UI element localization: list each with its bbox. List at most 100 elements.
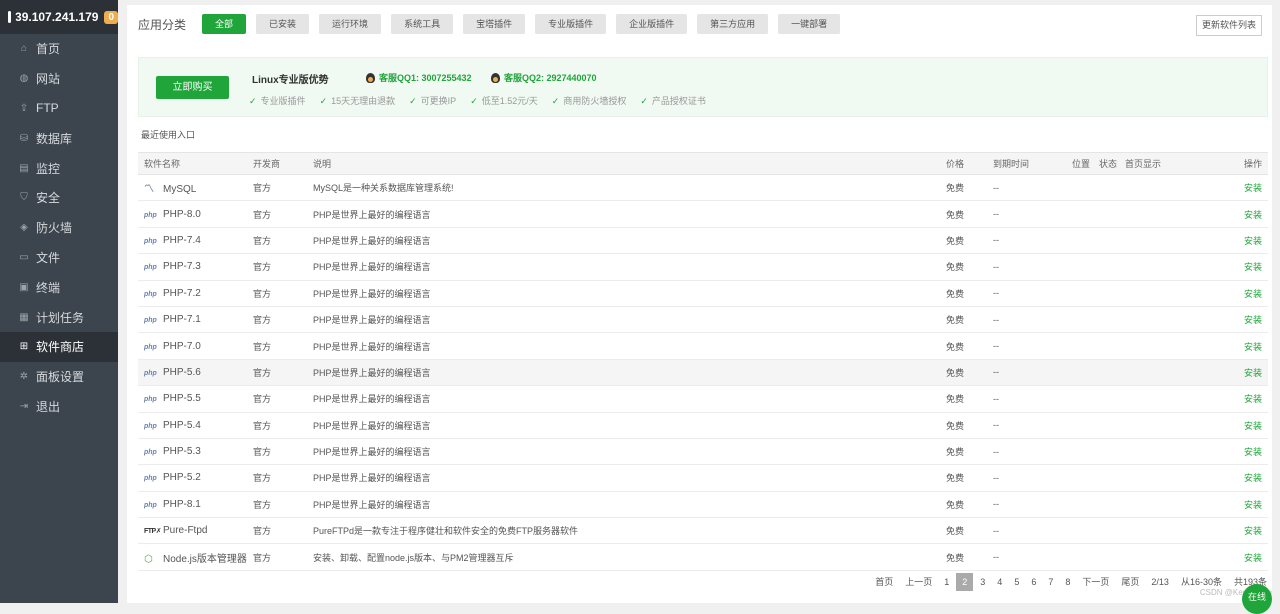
install-button[interactable]: 安装 [1189, 332, 1268, 360]
install-button[interactable]: 安装 [1189, 517, 1268, 545]
sidebar-item-9[interactable]: ▦ 计划任务 [0, 302, 118, 332]
qq2-text: 客服QQ2: 2927440070 [504, 73, 597, 83]
sidebar-item-3[interactable]: ⛁ 数据库 [0, 123, 118, 153]
vendor-cell: 官方 [247, 227, 307, 255]
expire-cell: -- [987, 543, 1066, 571]
vendor-cell: 官方 [247, 543, 307, 571]
sidebar: 39.107.241.179 0 ⌂ 首页 ◍ 网站 ⇪ FTP ⛁ 数据库 ▤ 监控 ⛉ 安全 ◈ 防火… [0, 0, 118, 603]
expire-cell: -- [987, 280, 1066, 307]
location-cell [1066, 385, 1093, 413]
pager-item[interactable]: 尾页 [1116, 573, 1144, 591]
install-button[interactable]: 安装 [1189, 464, 1268, 492]
install-button[interactable]: 安装 [1189, 253, 1268, 281]
sidebar-item-0[interactable]: ⌂ 首页 [0, 34, 118, 64]
php-icon: php [144, 343, 157, 351]
install-button[interactable]: 安装 [1189, 280, 1268, 307]
category-tab-2[interactable]: 运行环境 [319, 14, 382, 34]
sidebar-item-1[interactable]: ◍ 网站 [0, 64, 118, 94]
expire-cell: -- [987, 438, 1066, 466]
location-cell [1066, 359, 1093, 387]
promo-feature: ✓ 可更换IP [409, 94, 456, 107]
php-icon: php [144, 449, 157, 457]
pager-item[interactable]: 2/13 [1146, 573, 1174, 591]
sidebar-item-10[interactable]: ⊞ 软件商店 [0, 331, 118, 362]
php-icon: php [144, 501, 157, 509]
feature-text: 可更换IP [420, 96, 457, 106]
category-tab-3[interactable]: 系统工具 [391, 14, 454, 34]
software-name-cell: ⬡ Node.js版本管理器 [138, 543, 247, 571]
description-cell: PHP是世界上最好的编程语言 [307, 491, 940, 519]
php-icon: php [144, 211, 157, 219]
software-name-cell: 〽 MySQL [138, 174, 247, 202]
description-cell: PHP是世界上最好的编程语言 [307, 412, 940, 439]
firewall-icon: ◈ [20, 222, 28, 234]
category-tab-6[interactable]: 企业版插件 [616, 14, 688, 34]
category-tab-7[interactable]: 第三方应用 [697, 14, 769, 34]
location-cell [1066, 200, 1093, 228]
qq2-link[interactable]: 客服QQ2: 2927440070 [491, 71, 597, 84]
update-list-button[interactable]: 更新软件列表 [1195, 15, 1262, 36]
table-row: ⬡ Node.js版本管理器 官方 安装、卸载、配置node.js版本、与PM2管理器… [138, 543, 1268, 571]
qq1-link[interactable]: 客服QQ1: 3007255432 [366, 71, 472, 84]
homepage-display-cell [1119, 517, 1189, 545]
install-button[interactable]: 安装 [1189, 438, 1268, 466]
install-button[interactable]: 安装 [1189, 412, 1268, 439]
vendor-cell: 官方 [247, 359, 307, 387]
category-tab-0[interactable]: 全部 [202, 14, 247, 34]
pager-item[interactable]: 5 [1009, 573, 1024, 591]
install-button[interactable]: 安装 [1189, 200, 1268, 228]
install-button[interactable]: 安装 [1189, 543, 1268, 571]
pager-item[interactable]: 4 [992, 573, 1007, 591]
pager-item[interactable]: 2 [956, 573, 974, 591]
install-button[interactable]: 安装 [1189, 174, 1268, 202]
vendor-cell: 官方 [247, 332, 307, 360]
qq1-text: 客服QQ1: 3007255432 [379, 73, 472, 83]
folder-icon: ▭ [19, 251, 29, 263]
software-name-cell: php PHP-8.0 [138, 200, 247, 228]
home-icon: ⌂ [20, 43, 28, 55]
sidebar-item-11[interactable]: ✲ 面板设置 [0, 362, 118, 392]
table-header: 软件名称 开发商 说明 价格 到期时间 位置 状态 首页显示 操作 [138, 152, 1268, 175]
pager-item[interactable]: 7 [1043, 573, 1058, 591]
notification-badge[interactable]: 0 [104, 10, 118, 24]
pager-item[interactable]: 首页 [870, 573, 898, 591]
description-cell: 安装、卸载、配置node.js版本、与PM2管理器互斥 [307, 543, 940, 571]
install-button[interactable]: 安装 [1189, 227, 1268, 255]
php-icon: php [144, 317, 157, 325]
homepage-display-cell [1119, 385, 1189, 413]
software-name-cell: php PHP-5.3 [138, 438, 247, 466]
sidebar-item-4[interactable]: ▤ 监控 [0, 153, 118, 183]
ftp-icon: ⇪ [19, 102, 29, 114]
category-tab-1[interactable]: 已安装 [256, 14, 310, 34]
pager-item[interactable]: 8 [1060, 573, 1075, 591]
pager-item[interactable]: 3 [975, 573, 990, 591]
sidebar-item-7[interactable]: ▭ 文件 [0, 243, 118, 273]
pager-item[interactable]: 1 [939, 573, 954, 591]
software-name: Node.js版本管理器 [163, 553, 247, 565]
php-icon: php [144, 369, 157, 377]
pager-item[interactable]: 下一页 [1077, 573, 1114, 591]
pager-item[interactable]: 上一页 [900, 573, 937, 591]
install-button[interactable]: 安装 [1189, 306, 1268, 334]
install-button[interactable]: 安装 [1189, 359, 1268, 387]
sidebar-item-6[interactable]: ◈ 防火墙 [0, 213, 118, 243]
buy-now-button[interactable]: 立即购买 [156, 76, 229, 99]
server-ip: 39.107.241.179 [15, 10, 99, 24]
sidebar-item-12[interactable]: ⇥ 退出 [0, 392, 118, 422]
sidebar-item-2[interactable]: ⇪ FTP [0, 94, 118, 124]
category-tab-8[interactable]: 一键部署 [778, 14, 841, 34]
description-cell: PHP是世界上最好的编程语言 [307, 438, 940, 466]
pager-item[interactable]: 6 [1026, 573, 1041, 591]
location-cell [1066, 332, 1093, 360]
check-icon: ✓ [249, 96, 257, 106]
sidebar-item-5[interactable]: ⛉ 安全 [0, 183, 118, 213]
category-tab-5[interactable]: 专业版插件 [535, 14, 607, 34]
category-tab-4[interactable]: 宝塔插件 [463, 14, 526, 34]
software-name-cell: php PHP-8.1 [138, 491, 247, 519]
homepage-display-cell [1119, 200, 1189, 228]
install-button[interactable]: 安装 [1189, 385, 1268, 413]
online-chat-button[interactable]: 在线 [1242, 584, 1272, 614]
sidebar-item-8[interactable]: ▣ 终端 [0, 272, 118, 302]
install-button[interactable]: 安装 [1189, 491, 1268, 519]
status-cell [1093, 438, 1119, 466]
